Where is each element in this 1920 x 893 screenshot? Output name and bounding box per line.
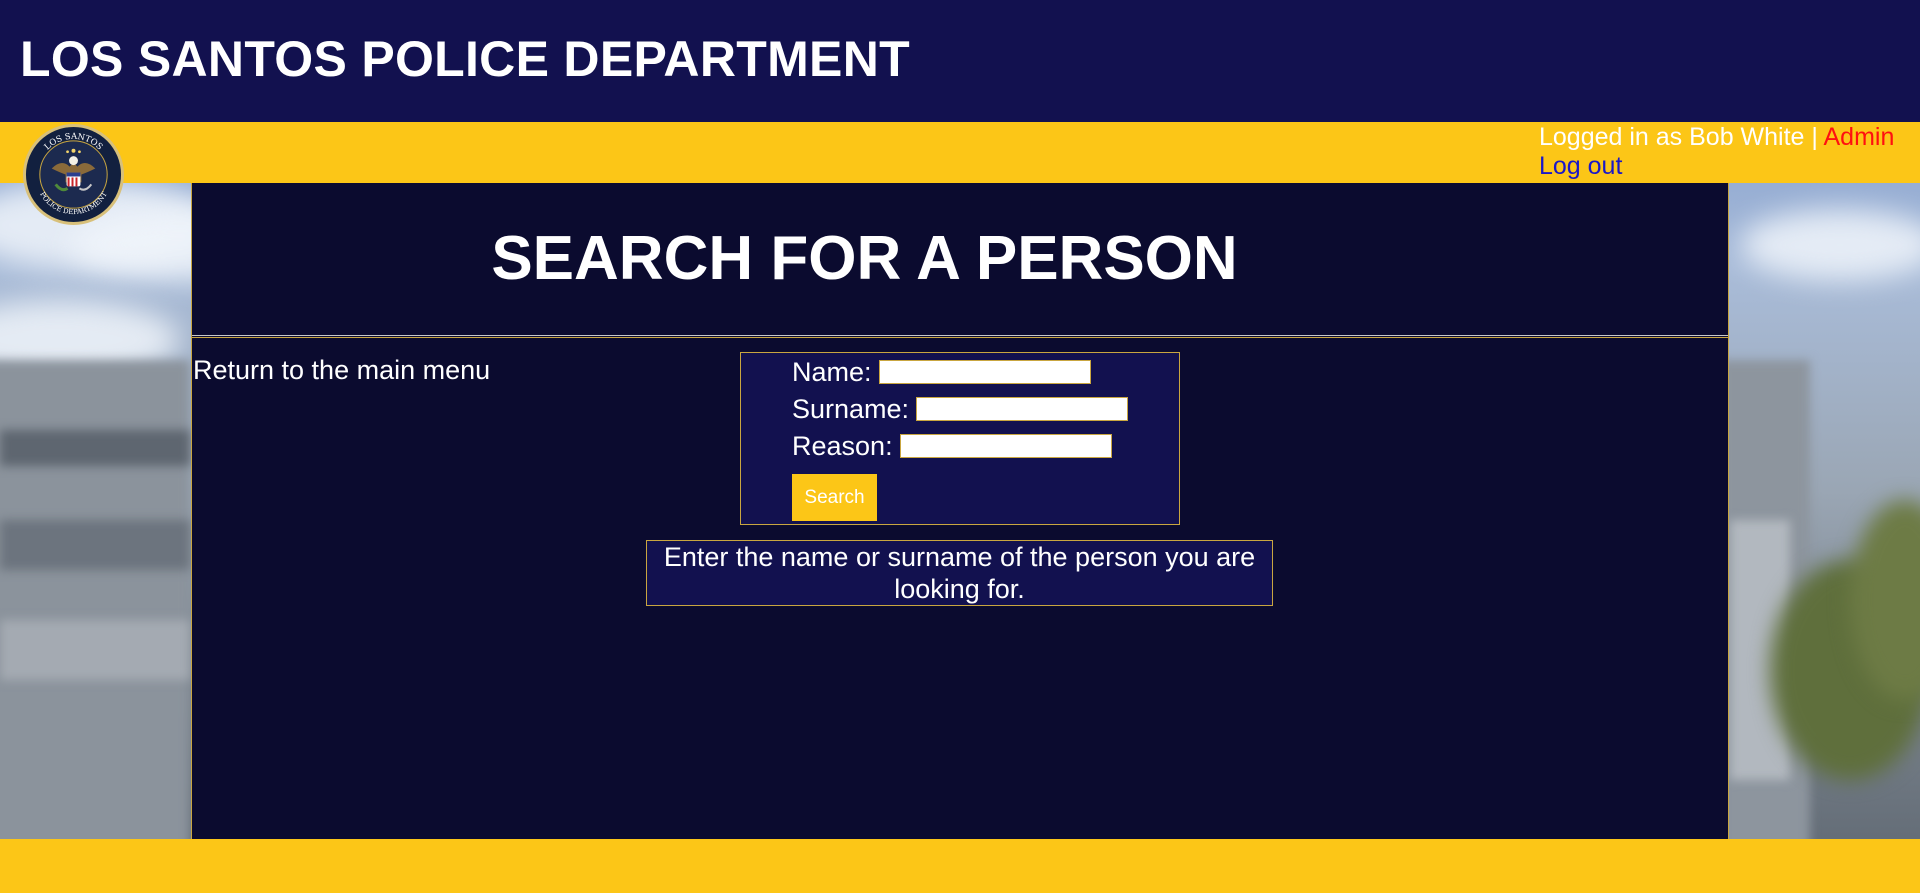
name-label: Name: (792, 356, 872, 387)
return-main-menu-link[interactable]: Return to the main menu (193, 354, 490, 386)
top-header: LOS SANTOS POLICE DEPARTMENT (0, 0, 1920, 122)
search-hint-box: Enter the name or surname of the person … (646, 540, 1273, 606)
search-hint-text: Enter the name or surname of the person … (663, 542, 1256, 604)
user-info: Logged in as Bob White | Admin Log out (1539, 123, 1894, 181)
page-title: SEARCH FOR A PERSON (491, 224, 1238, 293)
reason-label: Reason: (792, 430, 893, 461)
search-button[interactable]: Search (792, 474, 877, 521)
reason-row: Reason: (792, 429, 1112, 463)
main-panel: SEARCH FOR A PERSON Return to the main m… (191, 183, 1729, 839)
footer-strip (0, 839, 1920, 893)
surname-label: Surname: (792, 393, 910, 424)
admin-link[interactable]: Admin (1823, 123, 1894, 151)
site-title: LOS SANTOS POLICE DEPARTMENT (20, 31, 910, 87)
surname-row: Surname: (792, 392, 1129, 426)
name-input[interactable] (878, 360, 1091, 384)
surname-input[interactable] (916, 397, 1129, 421)
page-heading-box: SEARCH FOR A PERSON (192, 183, 1728, 336)
name-row: Name: (792, 355, 1091, 389)
reason-input[interactable] (899, 434, 1112, 458)
content-area: Return to the main menu Name: Surname: R… (192, 337, 1728, 840)
police-badge-icon: LOS SANTOS POLICE DEPARTMENT (22, 123, 125, 226)
logout-link[interactable]: Log out (1539, 152, 1894, 181)
user-separator: | (1804, 123, 1824, 151)
login-status-text: Logged in as Bob White (1539, 123, 1805, 151)
search-person-form: Name: Surname: Reason: Search (740, 352, 1180, 525)
